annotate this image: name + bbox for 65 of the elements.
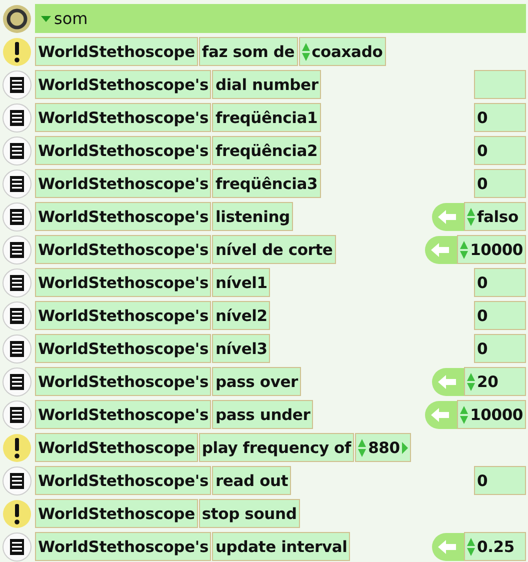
list-icon[interactable]	[2, 136, 32, 166]
object-cell[interactable]: WorldStethoscope's	[35, 268, 212, 297]
object-cell[interactable]: WorldStethoscope's	[35, 202, 212, 231]
list-icon[interactable]	[2, 300, 32, 330]
list-icon[interactable]	[2, 70, 32, 100]
object-cell[interactable]: WorldStethoscope	[35, 433, 198, 462]
object-cell[interactable]: WorldStethoscope's	[35, 532, 212, 561]
value-field[interactable]: 0	[474, 136, 526, 165]
object-cell[interactable]: WorldStethoscope	[35, 499, 198, 528]
object-cell[interactable]: WorldStethoscope's	[35, 169, 212, 198]
list-icon[interactable]	[2, 532, 32, 562]
exclamation-icon[interactable]	[2, 498, 32, 528]
object-cell[interactable]: WorldStethoscope's	[35, 367, 212, 396]
category-title: som	[54, 9, 88, 28]
label-cell[interactable]: dial number	[212, 70, 322, 99]
list-icon[interactable]	[2, 234, 32, 264]
exclamation-icon[interactable]	[2, 432, 32, 462]
value-field[interactable]: 20	[464, 367, 526, 396]
value-field[interactable]: 0	[474, 301, 526, 330]
label-cell[interactable]: faz som de	[198, 37, 298, 66]
label-cell[interactable]: stop sound	[198, 499, 300, 528]
value-field[interactable]	[474, 70, 526, 99]
value-field[interactable]: 0	[474, 169, 526, 198]
value-field[interactable]: 0	[474, 466, 526, 495]
exclamation-icon[interactable]	[2, 36, 32, 66]
label-cell[interactable]: nível1	[212, 268, 270, 297]
value-field[interactable]: 0.25	[464, 532, 526, 561]
object-cell[interactable]: WorldStethoscope's	[35, 103, 212, 132]
label-cell[interactable]: pass over	[212, 367, 301, 396]
value-field[interactable]: 10000	[457, 400, 526, 429]
list-icon[interactable]	[2, 366, 32, 396]
list-icon[interactable]	[2, 102, 32, 132]
object-cell[interactable]: WorldStethoscope's	[35, 466, 212, 495]
object-cell[interactable]: WorldStethoscope's	[35, 301, 212, 330]
value-field[interactable]: falso	[464, 202, 526, 231]
label-cell[interactable]: listening	[212, 202, 293, 231]
value-field[interactable]: 0	[474, 103, 526, 132]
value-field[interactable]: 0	[474, 334, 526, 363]
label-cell[interactable]: pass under	[212, 400, 314, 429]
label-cell[interactable]: read out	[212, 466, 292, 495]
label-cell[interactable]: nível3	[212, 334, 270, 363]
object-cell[interactable]: WorldStethoscope	[35, 37, 198, 66]
argument-field[interactable]: coaxado	[298, 37, 386, 66]
list-icon[interactable]	[2, 202, 32, 232]
label-cell[interactable]: update interval	[212, 532, 350, 561]
list-icon[interactable]	[2, 168, 32, 198]
object-cell[interactable]: WorldStethoscope's	[35, 400, 212, 429]
menu-circle-icon[interactable]	[2, 4, 32, 34]
label-cell[interactable]: nível2	[212, 301, 270, 330]
category-header[interactable]: som	[35, 4, 526, 33]
label-cell[interactable]: play frequency of	[198, 433, 354, 462]
value-field[interactable]: 0	[474, 268, 526, 297]
label-cell[interactable]: freqüência2	[212, 136, 321, 165]
label-cell[interactable]: freqüência3	[212, 169, 321, 198]
object-cell[interactable]: WorldStethoscope's	[35, 136, 212, 165]
object-cell[interactable]: WorldStethoscope's	[35, 334, 212, 363]
list-icon[interactable]	[2, 334, 32, 364]
label-cell[interactable]: nível de corte	[212, 235, 336, 264]
label-cell[interactable]: freqüência1	[212, 103, 321, 132]
object-cell[interactable]: WorldStethoscope's	[35, 235, 212, 264]
object-cell[interactable]: WorldStethoscope's	[35, 70, 212, 99]
value-field[interactable]: 10000	[457, 235, 526, 264]
list-icon[interactable]	[2, 268, 32, 298]
list-icon[interactable]	[2, 466, 32, 496]
list-icon[interactable]	[2, 400, 32, 430]
